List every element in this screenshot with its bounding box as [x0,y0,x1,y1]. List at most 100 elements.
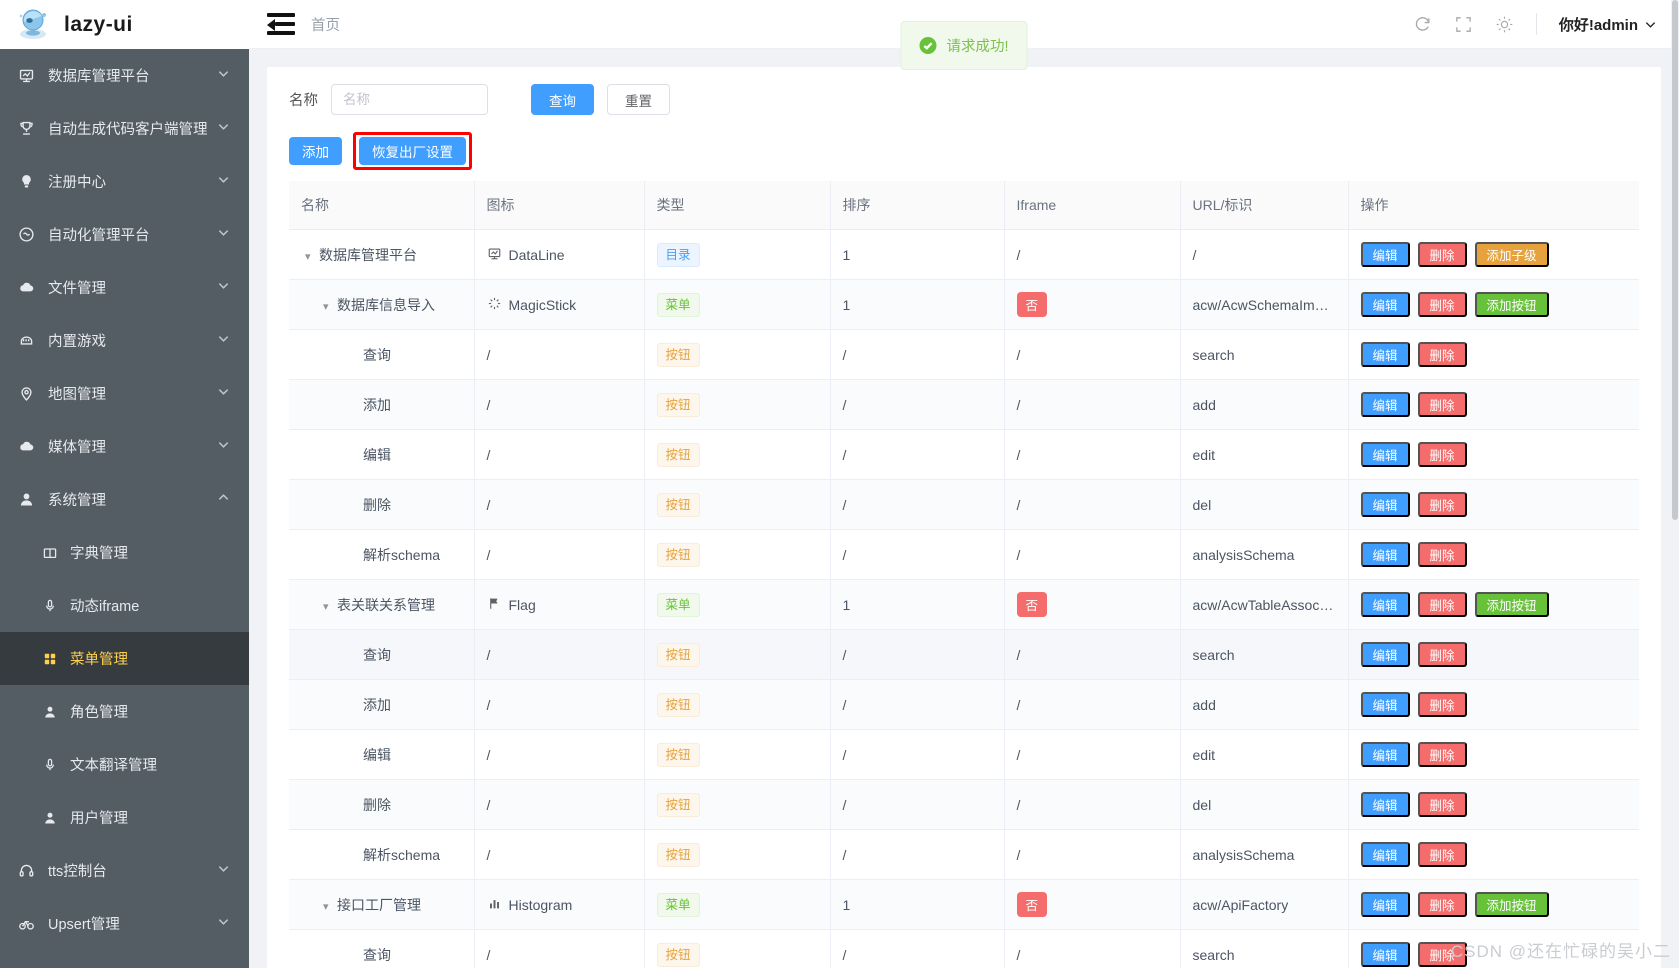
scrollbar-thumb[interactable] [1672,0,1678,520]
table-row[interactable]: 编辑 / 按钮 / / edit 编辑 删除 [289,729,1639,780]
edit-button[interactable]: 编辑 [1360,592,1410,617]
sidebar-item-10[interactable]: 动态iframe [0,579,249,632]
edit-button[interactable]: 编辑 [1360,392,1410,417]
sidebar-item-11[interactable]: 菜单管理 [0,632,249,685]
page-scrollbar[interactable] [1671,0,1679,968]
edit-button[interactable]: 编辑 [1360,492,1410,517]
type-tag: 按钮 [656,492,700,517]
table-row[interactable]: 解析schema / 按钮 / / analysisSchema 编辑 删除 [289,829,1639,880]
sidebar-item-13[interactable]: 文本翻译管理 [0,738,249,791]
sidebar-item-0[interactable]: 数据库管理平台 [0,49,249,102]
sidebar-item-14[interactable]: 用户管理 [0,791,249,844]
fullscreen-icon[interactable] [1454,15,1473,34]
cell-url: edit [1180,729,1349,780]
table-row[interactable]: 添加 / 按钮 / / add 编辑 删除 [289,679,1639,730]
cell-type: 菜单 [644,279,831,330]
edit-button[interactable]: 编辑 [1360,692,1410,717]
delete-button[interactable]: 删除 [1417,492,1467,517]
edit-button[interactable]: 编辑 [1360,642,1410,667]
sidebar-item-1[interactable]: 自动生成代码客户端管理 [0,102,249,155]
add-child-button[interactable]: 添加子级 [1474,242,1549,267]
person-icon [42,810,62,826]
expand-caret-icon[interactable]: ▾ [305,250,319,263]
edit-button[interactable]: 编辑 [1360,342,1410,367]
add-button-action[interactable]: 添加按钮 [1474,592,1549,617]
restore-factory-settings-button[interactable]: 恢复出厂设置 [359,137,466,165]
table-row[interactable]: 查询 / 按钮 / / search 编辑 删除 [289,629,1639,680]
edit-button[interactable]: 编辑 [1360,242,1410,267]
type-tag: 目录 [656,242,700,267]
sidebar-item-15[interactable]: tts控制台 [0,844,249,897]
delete-button[interactable]: 删除 [1417,892,1467,917]
table-row[interactable]: 添加 / 按钮 / / add 编辑 删除 [289,379,1639,430]
table-row[interactable]: 删除 / 按钮 / / del 编辑 删除 [289,779,1639,830]
table-row[interactable]: ▾ 表关联关系管理 Flag 菜单 1 否 acw/AcwTableAssoci… 编辑 删除添… [289,579,1639,630]
delete-button[interactable]: 删除 [1417,592,1467,617]
delete-button[interactable]: 删除 [1417,742,1467,767]
chevron-up-icon [217,491,231,508]
edit-button[interactable]: 编辑 [1360,292,1410,317]
delete-button[interactable]: 删除 [1417,342,1467,367]
query-button[interactable]: 查询 [531,84,594,115]
search-input[interactable] [331,84,488,115]
delete-button[interactable]: 删除 [1417,792,1467,817]
delete-button[interactable]: 删除 [1417,292,1467,317]
add-button[interactable]: 添加 [289,137,342,165]
cell-iframe: / [1004,929,1181,968]
reset-button[interactable]: 重置 [607,84,670,115]
sidebar-item-12[interactable]: 角色管理 [0,685,249,738]
sidebar-item-5[interactable]: 内置游戏 [0,314,249,367]
refresh-icon[interactable] [1413,15,1432,34]
sidebar-item-9[interactable]: 字典管理 [0,526,249,579]
table-row[interactable]: ▾ 数据库信息导入 MagicStick 菜单 1 否 acw/AcwSchemaImpo…… [289,279,1639,330]
edit-button[interactable]: 编辑 [1360,742,1410,767]
expand-caret-icon[interactable]: ▾ [323,300,337,313]
delete-button[interactable]: 删除 [1417,392,1467,417]
table-row[interactable]: 删除 / 按钮 / / del 编辑 删除 [289,479,1639,530]
sidebar-item-16[interactable]: Upsert管理 [0,897,249,950]
delete-button[interactable]: 删除 [1417,642,1467,667]
brightness-icon[interactable] [1495,15,1514,34]
edit-button[interactable]: 编辑 [1360,892,1410,917]
collapse-menu-icon[interactable] [267,13,295,35]
cell-actions: 编辑 删除 [1348,679,1639,730]
topbar-actions: 你好!admin [1413,13,1657,35]
sidebar-item-3[interactable]: 自动化管理平台 [0,208,249,261]
sidebar-item-label: 文本翻译管理 [70,758,157,774]
cell-icon: / [474,379,645,430]
menu-table: 名称 图标 类型 排序 Iframe URL/标识 操作 ▾ 数据库管理平台 DataLine 目… [289,181,1639,968]
table-row[interactable]: 查询 / 按钮 / / search 编辑 删除 [289,929,1639,968]
table-row[interactable]: 查询 / 按钮 / / search 编辑 删除 [289,329,1639,380]
edit-button[interactable]: 编辑 [1360,792,1410,817]
cell-name: 删除 [289,779,475,830]
cell-actions: 编辑 删除 添加按钮 [1348,579,1639,630]
sidebar-item-7[interactable]: 媒体管理 [0,420,249,473]
edit-button[interactable]: 编辑 [1360,442,1410,467]
cell-type: 菜单 [644,879,831,930]
sidebar-item-8[interactable]: 系统管理 [0,473,249,526]
breadcrumb[interactable]: 首页 [311,14,340,35]
sidebar-item-6[interactable]: 地图管理 [0,367,249,420]
table-row[interactable]: 编辑 / 按钮 / / edit 编辑 删除 [289,429,1639,480]
sidebar-item-2[interactable]: 注册中心 [0,155,249,208]
expand-caret-icon[interactable]: ▾ [323,600,337,613]
delete-button[interactable]: 删除 [1417,692,1467,717]
delete-button[interactable]: 删除 [1417,442,1467,467]
expand-caret-icon[interactable]: ▾ [323,900,337,913]
delete-button[interactable]: 删除 [1417,542,1467,567]
edit-button[interactable]: 编辑 [1360,942,1410,967]
search-label: 名称 [289,93,318,109]
table-row[interactable]: ▾ 接口工厂管理 Histogram 菜单 1 否 acw/ApiFactory 编辑 删除 添加… [289,879,1639,930]
add-button-action[interactable]: 添加按钮 [1474,892,1549,917]
edit-button[interactable]: 编辑 [1360,542,1410,567]
cell-sort: / [830,379,1005,430]
delete-button[interactable]: 删除 [1417,242,1467,267]
edit-button[interactable]: 编辑 [1360,842,1410,867]
user-menu[interactable]: 你好!admin [1559,14,1657,35]
table-row[interactable]: ▾ 数据库管理平台 DataLine 目录 1// 编辑 删除 添加子级 [289,229,1639,280]
type-tag: 按钮 [656,792,700,817]
add-button-action[interactable]: 添加按钮 [1474,292,1549,317]
sidebar-item-4[interactable]: 文件管理 [0,261,249,314]
delete-button[interactable]: 删除 [1417,842,1467,867]
table-row[interactable]: 解析schema / 按钮 / / analysisSchema 编辑 删除 [289,529,1639,580]
